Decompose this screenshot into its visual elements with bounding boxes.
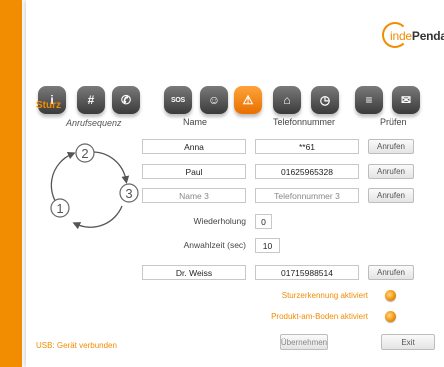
contact-3-phone-field[interactable]: Telefonnummer 3 <box>255 188 359 203</box>
sequence-arrow <box>91 151 130 184</box>
alarm-clock-icon[interactable]: ◷ <box>311 86 339 114</box>
contact-3-call-button[interactable]: Anrufen <box>368 188 414 203</box>
product-on-floor-toggle[interactable] <box>385 311 396 322</box>
home-icon[interactable]: ⌂ <box>273 86 301 114</box>
toolbar: i # ✆ SOS ☺ ⚠ ⌂ ◷ ≡ ✉ <box>36 86 436 122</box>
toolbar-glyph: ⌂ <box>283 93 291 107</box>
fall-detection-label: Sturzerkennung aktiviert <box>281 291 368 300</box>
keypad-icon[interactable]: # <box>77 86 105 114</box>
dial-time-label: Anwahlzeit (sec) <box>183 240 246 250</box>
sos-icon[interactable]: SOS <box>164 86 192 114</box>
sequence-arrow <box>72 205 123 230</box>
left-accent-bar <box>0 0 22 367</box>
logo-text: indePendan <box>390 29 444 43</box>
logo-text-part1: inde <box>390 29 412 43</box>
repeat-label: Wiederholung <box>193 216 246 226</box>
phone-icon[interactable]: ✆ <box>112 86 140 114</box>
contacts-icon[interactable]: ☺ <box>200 86 228 114</box>
contact-1-call-button[interactable]: Anrufen <box>368 139 414 154</box>
contact-3-name-field[interactable]: Name 3 <box>142 188 246 203</box>
name-header: Name <box>183 117 208 127</box>
sequence-number-2: 2 <box>81 146 88 161</box>
sequence-header: Anrufsequenz <box>66 118 122 128</box>
toolbar-glyph: ◷ <box>319 93 331 107</box>
sequence-number-1: 1 <box>56 201 63 216</box>
dial-time-field[interactable]: 10 <box>255 238 280 253</box>
doctor-call-button[interactable]: Anrufen <box>368 265 414 280</box>
doctor-phone-field[interactable]: 01715988514 <box>255 265 359 280</box>
toolbar-glyph: ✉ <box>400 93 412 107</box>
exit-button[interactable]: Exit <box>381 334 435 350</box>
contact-1-phone-field[interactable]: **61 <box>255 139 359 154</box>
repeat-field[interactable]: 0 <box>255 214 272 229</box>
phone-header: Telefonnummer <box>273 117 336 127</box>
settings-icon[interactable]: ≡ <box>355 86 383 114</box>
contact-2-phone-field[interactable]: 01625965328 <box>255 164 359 179</box>
call-sequence-diagram: 2 3 1 <box>50 143 139 230</box>
doctor-name-field[interactable]: Dr. Weiss <box>142 265 246 280</box>
usb-status: USB: Gerät verbunden <box>36 341 117 350</box>
apply-button[interactable]: Übernehmen <box>280 334 328 350</box>
toolbar-glyph: # <box>87 93 95 107</box>
message-icon[interactable]: ✉ <box>392 86 420 114</box>
toolbar-glyph: SOS <box>171 96 185 104</box>
sequence-number-3: 3 <box>125 186 132 201</box>
contact-2-call-button[interactable]: Anrufen <box>368 164 414 179</box>
contact-1-name-field[interactable]: Anna <box>142 139 246 154</box>
product-on-floor-label: Produkt-am-Boden aktiviert <box>271 312 368 321</box>
fall-detection-toggle[interactable] <box>385 290 396 301</box>
toolbar-glyph: ⚠ <box>242 93 254 107</box>
toolbar-glyph: ✆ <box>120 93 132 107</box>
logo-text-part2: Pendan <box>411 29 444 43</box>
logo: indePendan <box>382 22 444 50</box>
section-title-visible: Sturz <box>36 100 61 111</box>
fall-icon[interactable]: ⚠ <box>234 86 262 114</box>
toolbar-glyph: ☺ <box>207 93 221 107</box>
toolbar-glyph: ≡ <box>365 93 373 107</box>
contact-2-name-field[interactable]: Paul <box>142 164 246 179</box>
test-header: Prüfen <box>380 117 407 127</box>
